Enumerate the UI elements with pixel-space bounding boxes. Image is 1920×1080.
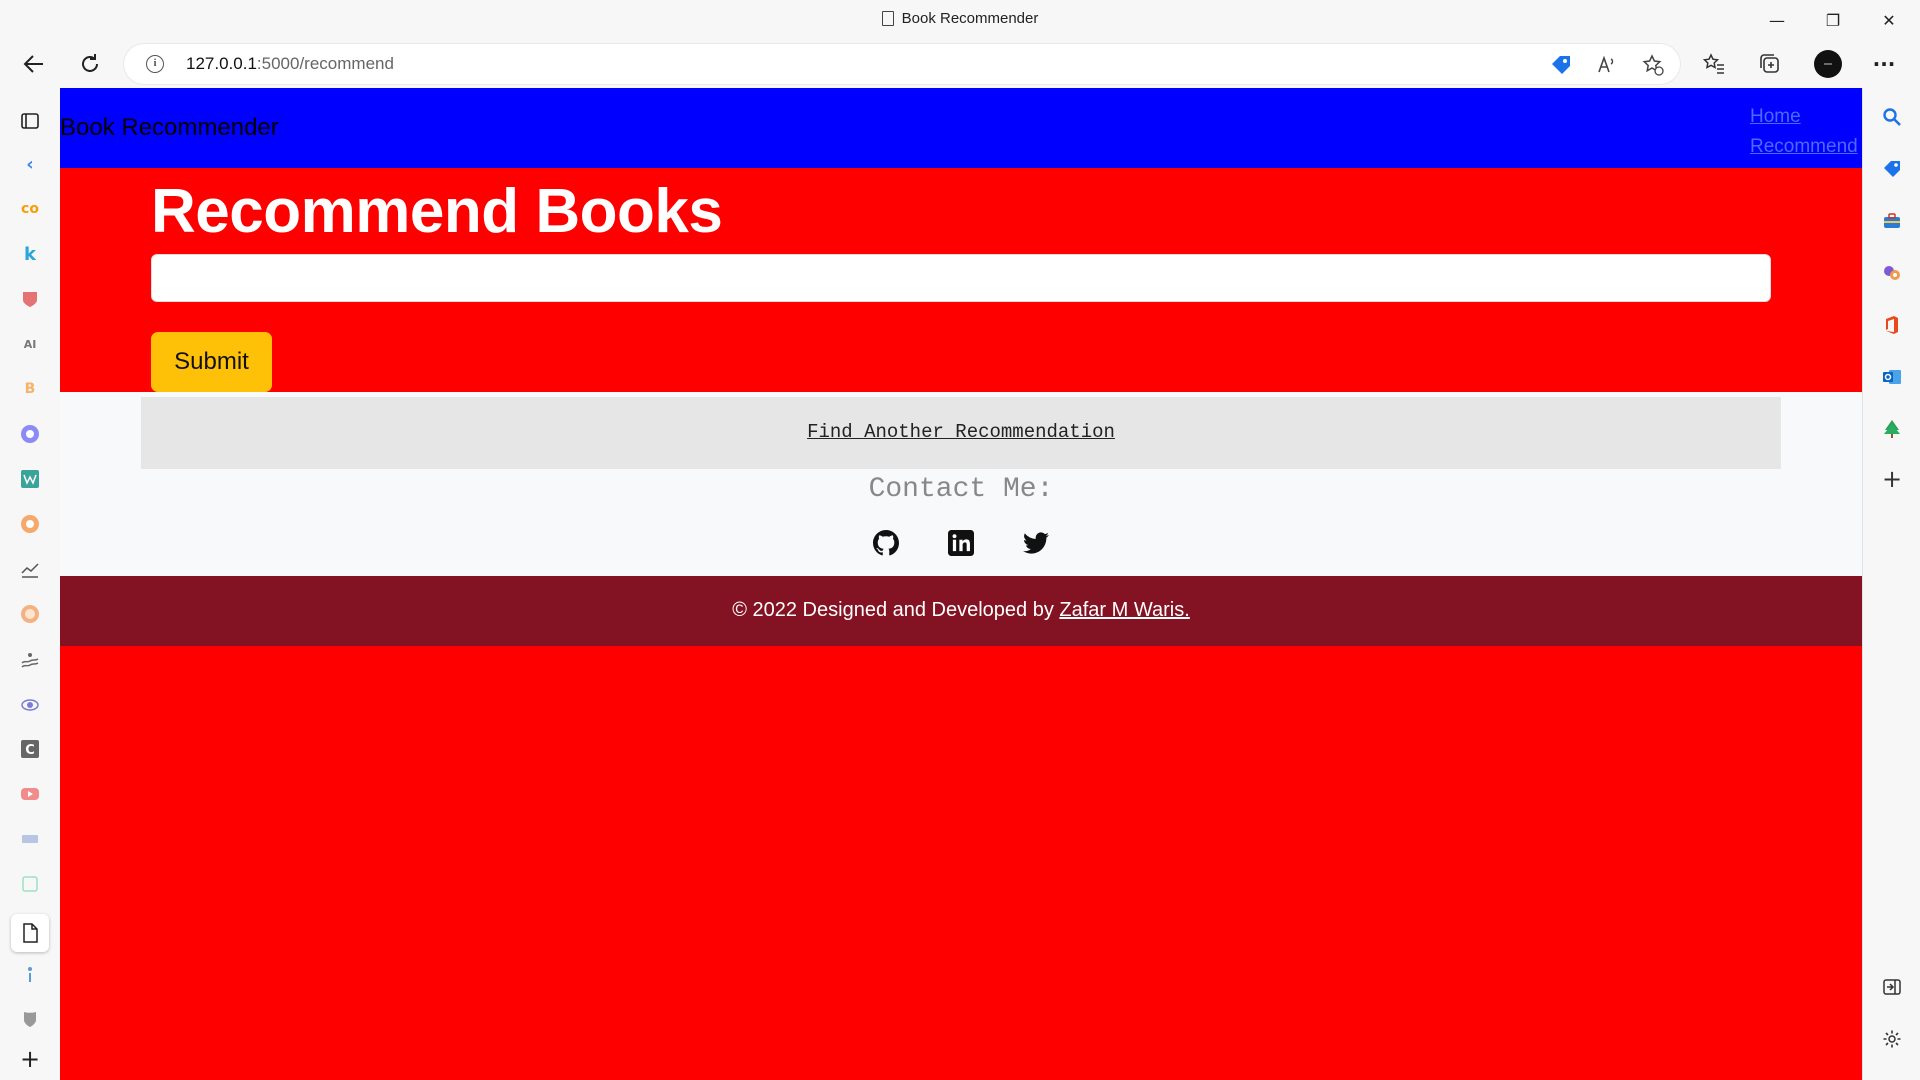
tab-favicon-icon[interactable] — [17, 826, 43, 852]
twitter-icon[interactable] — [1023, 530, 1050, 556]
tab-favicon-icon[interactable] — [17, 421, 43, 447]
add-favorite-icon[interactable] — [1640, 52, 1666, 78]
document-icon — [881, 11, 894, 26]
tab-favicon-icon[interactable] — [17, 961, 43, 987]
find-another-link[interactable]: Find Another Recommendation — [807, 421, 1115, 443]
active-tab-document-icon[interactable] — [11, 914, 49, 952]
tab-favicon-icon[interactable] — [17, 511, 43, 537]
tab-favicon-icon[interactable]: AI — [17, 331, 43, 357]
close-button[interactable]: ✕ — [1862, 0, 1916, 40]
favorites-icon[interactable] — [1694, 44, 1734, 84]
profile-avatar-icon[interactable] — [1808, 44, 1848, 84]
page-title: Recommend Books — [151, 177, 723, 246]
site-info-icon[interactable]: i — [146, 55, 164, 73]
contact-heading: Contact Me: — [868, 474, 1054, 505]
settings-gear-icon[interactable] — [1879, 1026, 1905, 1052]
shopping-tag-icon[interactable] — [1879, 156, 1905, 182]
page-viewport: Book Recommender Home Recommend Recommen… — [60, 88, 1862, 1080]
new-tab-plus-icon[interactable]: + — [17, 1045, 43, 1073]
browser-window: Book Recommender — ❐ ✕ i 127.0.0.1:5000/… — [0, 0, 1920, 1080]
games-icon[interactable] — [1879, 260, 1905, 286]
outlook-icon[interactable] — [1879, 364, 1905, 390]
social-links — [60, 530, 1862, 556]
tab-favicon-icon[interactable] — [17, 466, 43, 492]
site-brand[interactable]: Book Recommender — [60, 114, 279, 142]
tab-favicon-icon[interactable]: B — [17, 376, 43, 402]
edge-sidebar: + — [1862, 88, 1920, 1080]
nav-link-home[interactable]: Home — [1750, 102, 1862, 132]
tab-favicon-icon[interactable] — [17, 556, 43, 582]
restore-button[interactable]: ❐ — [1806, 0, 1860, 40]
tab-favicon-icon[interactable] — [17, 871, 43, 897]
tab-favicon-icon[interactable] — [17, 691, 43, 717]
nav-links: Home Recommend — [1750, 102, 1862, 162]
more-menu-icon[interactable]: ··· — [1864, 44, 1904, 84]
title-bar: Book Recommender — ❐ ✕ — [0, 0, 1920, 40]
tab-favicon-icon[interactable]: C — [17, 736, 43, 762]
nav-link-recommend[interactable]: Recommend — [1750, 132, 1862, 162]
window-title: Book Recommender — [0, 10, 1920, 27]
site-footer: © 2022 Designed and Developed by Zafar M… — [60, 576, 1862, 646]
contact-section: Find Another Recommendation Contact Me: — [60, 392, 1862, 576]
url-text[interactable]: 127.0.0.1:5000/recommend — [186, 54, 394, 74]
refresh-icon[interactable] — [70, 44, 110, 84]
svg-text:C: C — [25, 743, 35, 758]
minimize-button[interactable]: — — [1750, 0, 1804, 40]
github-icon[interactable] — [872, 530, 899, 556]
hide-sidebar-icon[interactable] — [1879, 974, 1905, 1000]
address-bar[interactable]: i 127.0.0.1:5000/recommend — [124, 44, 1680, 84]
vertical-tabs-sidebar: ‹ co k AI B C + — [0, 88, 60, 1080]
tab-favicon-icon[interactable] — [17, 646, 43, 672]
browser-toolbar: i 127.0.0.1:5000/recommend ··· — [0, 40, 1920, 88]
add-sidebar-app-icon[interactable]: + — [1879, 465, 1905, 493]
site-navbar: Book Recommender Home Recommend — [60, 88, 1862, 168]
coupon-tag-icon[interactable] — [1548, 52, 1574, 78]
tab-favicon-icon[interactable]: co — [17, 196, 43, 222]
author-link[interactable]: Zafar M Waris. — [1059, 599, 1189, 621]
search-icon[interactable] — [1879, 104, 1905, 130]
linkedin-icon[interactable] — [948, 530, 974, 556]
book-title-input[interactable] — [151, 254, 1771, 302]
tab-favicon-icon[interactable] — [17, 1006, 43, 1032]
tab-favicon-icon[interactable]: ‹ — [17, 151, 43, 177]
tools-briefcase-icon[interactable] — [1879, 208, 1905, 234]
submit-button[interactable]: Submit — [151, 332, 272, 392]
collections-icon[interactable] — [1750, 44, 1790, 84]
tab-favicon-icon[interactable] — [17, 601, 43, 627]
tab-favicon-icon[interactable]: k — [17, 241, 43, 267]
tab-actions-icon[interactable] — [17, 108, 43, 134]
office-icon[interactable] — [1879, 312, 1905, 338]
tab-favicon-icon[interactable] — [17, 781, 43, 807]
find-another-box: Find Another Recommendation — [141, 397, 1781, 469]
read-aloud-icon[interactable] — [1594, 52, 1620, 78]
back-icon[interactable] — [14, 44, 54, 84]
footer-text: © 2022 Designed and Developed by Zafar M… — [732, 599, 1190, 621]
tree-icon[interactable] — [1879, 416, 1905, 442]
tab-favicon-icon[interactable] — [17, 286, 43, 312]
